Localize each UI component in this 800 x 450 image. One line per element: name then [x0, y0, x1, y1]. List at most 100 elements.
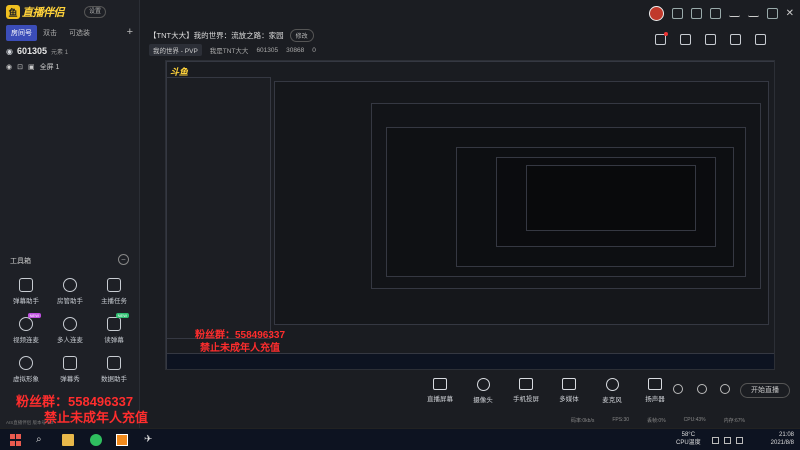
tab-room-number[interactable]: 房间号 — [6, 25, 37, 41]
tool-read-danmaku[interactable]: NEW 读弹幕 — [92, 313, 136, 344]
scene-label: 全屏 1 — [39, 64, 60, 71]
scene-fullscreen-icon: ▣ — [27, 64, 35, 71]
status-bar: 码率:0kb/s FPS:30 丢帧:0% CPU:43% 内存:67% — [141, 413, 800, 427]
header: ✕ 【TNT大大】我的世界：流放之路：家园 修改 我的世界 - PVP 我是TN… — [141, 0, 800, 60]
scene-row[interactable]: ◉ ⊡ ▣ 全屏 1 — [6, 62, 59, 72]
toolbox-collapse-icon[interactable]: – — [118, 254, 129, 265]
tab-optional[interactable]: 可选装 — [63, 28, 96, 38]
shirt-icon[interactable] — [709, 8, 721, 19]
multimedia-button[interactable]: 多媒体 — [554, 378, 584, 404]
preview-nested-window-7 — [526, 165, 696, 231]
search-icon[interactable]: ⌕ — [36, 434, 48, 446]
control-label: 摄像头 — [473, 397, 493, 404]
close-icon[interactable]: ✕ — [786, 8, 794, 19]
settings-badge[interactable]: 设置 — [84, 6, 107, 18]
gift-icon[interactable] — [655, 32, 668, 45]
menu-icon[interactable] — [728, 11, 740, 17]
room-row[interactable]: ◉ 601305 元素 1 — [6, 46, 68, 56]
bitrate-status: 码率:0kb/s — [571, 417, 595, 424]
camera-button[interactable]: 摄像头 — [468, 378, 498, 404]
tool-multi-link[interactable]: 多人连麦 — [48, 317, 92, 344]
speed-icon[interactable] — [697, 384, 707, 394]
settings-gear-icon[interactable] — [720, 384, 730, 394]
fans-count: 30868 — [286, 46, 305, 54]
memory-status: 内存:67% — [723, 417, 746, 424]
temp-label: CPU温度 — [676, 440, 701, 446]
tool-danmaku-assistant[interactable]: 弹幕助手 — [4, 278, 48, 305]
notice-text: 禁止未成年人充值 — [44, 410, 149, 425]
tool-label: 视频连麦 — [13, 337, 39, 344]
message-icon[interactable] — [671, 8, 683, 19]
share-icon[interactable] — [755, 34, 766, 45]
preview-taskbar — [166, 353, 774, 369]
phone-cast-button[interactable]: 手机投屏 — [511, 378, 541, 404]
cpu-status: CPU:43% — [683, 417, 706, 423]
record-icon[interactable] — [673, 384, 683, 394]
video-link-icon: NEW — [19, 313, 41, 331]
preview-notice-text: 禁止未成年人充值 — [200, 343, 280, 354]
start-live-button[interactable]: 开始直播 — [740, 383, 790, 398]
tool-virtual-avatar[interactable]: 虚拟形象 — [4, 356, 48, 383]
tool-data-assistant[interactable]: 数据助手 — [92, 356, 136, 383]
tool-danmaku-show[interactable]: 弹幕秀 — [48, 356, 92, 383]
mail-icon[interactable] — [690, 8, 702, 19]
bell-icon[interactable] — [730, 34, 741, 45]
toolbox-grid: 弹幕助手 房管助手 主播任务 NEW 视频连麦 多人连麦 NEW 读弹幕 虚拟形… — [4, 278, 136, 383]
download-icon — [63, 317, 77, 331]
tool-video-link[interactable]: NEW 视频连麦 — [4, 313, 48, 344]
danmaku-show-icon — [63, 356, 77, 370]
stream-preview[interactable]: 斗鱼 — [165, 60, 775, 370]
read-danmaku-icon: NEW — [107, 313, 129, 331]
left-panel: 鱼 直播伴侣 设置 房间号 双击 可选装 + ◉ 601305 元素 1 ◉ ⊡… — [0, 0, 140, 428]
task-icon — [107, 278, 121, 292]
lock-icon[interactable]: ⊡ — [17, 63, 23, 71]
volume-icon[interactable] — [736, 437, 743, 444]
douyu-logo-icon: 鱼 — [6, 5, 20, 19]
microphone-button[interactable]: 麦克风 — [597, 378, 627, 404]
media-icon — [562, 378, 576, 390]
windows-taskbar: ⌕ ✈ 58°C CPU温度 21:08 2021/8/8 — [0, 428, 800, 450]
tool-label: 多人连麦 — [57, 337, 83, 344]
header-actions — [655, 32, 766, 45]
tool-label: 主播任务 — [101, 298, 127, 305]
new-badge: NEW — [115, 313, 129, 318]
camera-icon — [476, 378, 490, 391]
tool-room-manager[interactable]: 房管助手 — [48, 278, 92, 305]
screenshot-icon[interactable] — [705, 34, 716, 45]
tab-double-click[interactable]: 双击 — [37, 28, 63, 38]
eye-icon[interactable]: ◉ — [6, 47, 13, 56]
modify-title-button[interactable]: 修改 — [289, 29, 314, 42]
speaker-button[interactable]: 扬声器 — [640, 378, 670, 404]
speaker-icon — [648, 378, 662, 390]
tool-label: 房管助手 — [57, 298, 83, 305]
tool-label: 数据助手 — [101, 376, 127, 383]
tool-streamer-task[interactable]: 主播任务 — [92, 278, 136, 305]
browser-icon[interactable] — [90, 434, 102, 446]
left-tabs: 房间号 双击 可选装 — [0, 24, 140, 42]
fps-status: FPS:30 — [612, 417, 630, 423]
add-scene-icon[interactable]: + — [127, 26, 133, 38]
app-window: 鱼 直播伴侣 设置 房间号 双击 可选装 + ◉ 601305 元素 1 ◉ ⊡… — [0, 0, 800, 428]
app-taskbar-icon[interactable]: ✈ — [144, 434, 156, 446]
screen-capture-button[interactable]: 直播屏幕 — [425, 378, 455, 404]
stream-title: 【TNT大大】我的世界：流放之路：家园 — [149, 31, 284, 40]
data-icon — [107, 356, 121, 370]
douyu-taskbar-icon[interactable] — [116, 434, 128, 446]
clock[interactable]: 21:08 2021/8/8 — [771, 431, 794, 447]
notification-dot — [664, 32, 668, 36]
category-selector[interactable]: 我的世界 - PVP — [149, 44, 202, 56]
date: 2021/8/8 — [770, 440, 794, 446]
lock-icon[interactable] — [680, 34, 691, 45]
minimize-icon[interactable] — [747, 11, 759, 17]
tray-icon[interactable] — [712, 437, 719, 444]
network-icon[interactable] — [724, 437, 731, 444]
microphone-icon — [605, 378, 619, 391]
monitor-icon — [433, 378, 447, 390]
phone-cast-icon — [519, 378, 533, 390]
file-explorer-icon[interactable] — [62, 434, 74, 446]
windows-start-icon[interactable] — [10, 434, 22, 446]
avatar[interactable] — [648, 6, 664, 21]
toolbox-title: 工具箱 — [10, 258, 31, 265]
restore-icon[interactable] — [766, 8, 778, 19]
visibility-icon[interactable]: ◉ — [6, 63, 12, 71]
